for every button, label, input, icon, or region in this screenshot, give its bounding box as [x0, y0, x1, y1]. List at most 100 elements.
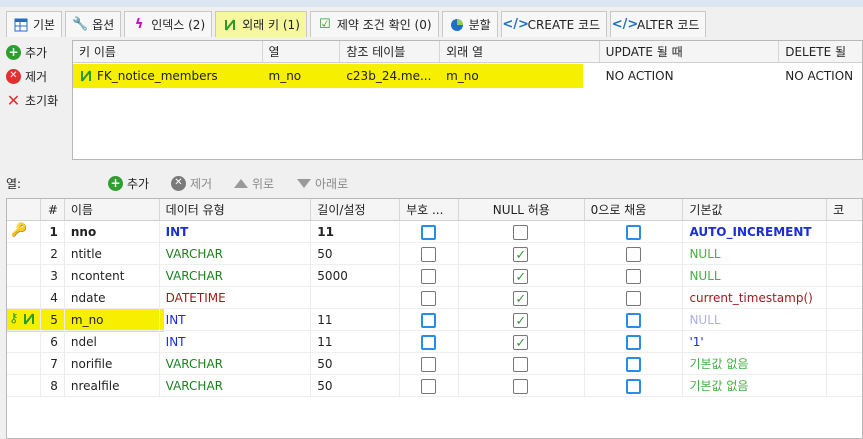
table-row[interactable]: ⚷ 5m_noINT11 NULL — [7, 309, 862, 331]
header-unsigned[interactable]: 부호 ... — [400, 199, 459, 220]
column-name[interactable]: ndel — [65, 331, 160, 352]
tab-check-constraints[interactable]: ☑ 제약 조건 확인 (0) — [309, 11, 439, 37]
tab-create-code[interactable]: </> CREATE 코드 — [500, 11, 608, 37]
checkbox[interactable] — [421, 291, 437, 306]
comment-cell[interactable] — [827, 243, 862, 264]
remove-column-button[interactable]: ✕ 제거 — [171, 175, 212, 192]
fk-row[interactable]: FK_notice_members m_no c23b_24.me... m_n… — [73, 65, 862, 87]
tab-basic[interactable]: 기본 — [6, 11, 63, 37]
checkbox[interactable] — [421, 225, 437, 240]
fk-foreign-column[interactable]: m_no — [440, 65, 600, 87]
data-type[interactable]: VARCHAR — [160, 265, 312, 286]
checkbox[interactable] — [513, 333, 529, 352]
data-type[interactable]: INT — [160, 221, 312, 242]
checkbox[interactable] — [625, 225, 641, 240]
checkbox[interactable] — [421, 379, 437, 394]
data-type[interactable]: VARCHAR — [160, 375, 312, 396]
length-setting[interactable]: 11 — [311, 331, 401, 352]
comment-cell[interactable] — [827, 331, 862, 352]
checkbox[interactable] — [513, 357, 529, 372]
fk-header-column[interactable]: 열 — [263, 41, 341, 62]
checkbox[interactable] — [513, 267, 529, 286]
header-zerofill[interactable]: 0으로 채움 — [585, 199, 684, 220]
checkbox[interactable] — [625, 357, 641, 372]
add-column-button[interactable]: + 추가 — [108, 175, 149, 192]
fk-ref-table[interactable]: c23b_24.me... — [340, 65, 440, 87]
data-type[interactable]: DATETIME — [160, 287, 312, 308]
fk-on-update[interactable]: NO ACTION — [600, 65, 780, 87]
default-value[interactable]: AUTO_INCREMENT — [683, 221, 828, 242]
column-name[interactable]: ntitle — [65, 243, 160, 264]
tab-indexes[interactable]: ϟ 인덱스 (2) — [124, 11, 213, 37]
comment-cell[interactable] — [827, 375, 862, 396]
table-row[interactable]: 7 norifile VARCHAR 50 기본값 없음 — [7, 353, 862, 375]
checkbox[interactable] — [513, 245, 529, 264]
fk-header-ref-table[interactable]: 참조 테이블 — [340, 41, 441, 62]
data-type[interactable]: INT — [160, 309, 312, 330]
comment-cell[interactable] — [827, 309, 862, 330]
length-setting[interactable]: 50 — [311, 353, 401, 374]
tab-alter-code[interactable]: </> ALTER 코드 — [610, 11, 707, 37]
move-up-button[interactable]: 위로 — [234, 175, 274, 192]
fk-header-on-update[interactable]: UPDATE 될 때 — [600, 41, 780, 62]
table-row[interactable]: 6ndelINT11 '1' — [7, 331, 862, 353]
fk-on-delete[interactable]: NO ACTION — [779, 65, 862, 87]
length-setting[interactable]: 50 — [311, 243, 401, 264]
column-name[interactable]: norifile — [65, 353, 160, 374]
length-setting[interactable]: 11 — [311, 221, 401, 242]
checkbox[interactable] — [513, 225, 529, 240]
column-name[interactable]: ncontent — [65, 265, 160, 286]
remove-foreign-key-button[interactable]: ✕ 제거 — [6, 64, 70, 88]
header-allow-null[interactable]: NULL 허용 — [459, 199, 585, 220]
default-value[interactable]: NULL — [683, 265, 828, 286]
add-foreign-key-button[interactable]: + 추가 — [6, 40, 70, 64]
header-default[interactable]: 기본값 — [683, 199, 828, 220]
default-value[interactable]: current_timestamp() — [683, 287, 828, 308]
reset-foreign-keys-button[interactable]: ✕ 초기화 — [6, 88, 70, 112]
checkbox[interactable] — [421, 313, 437, 328]
data-type[interactable]: INT — [160, 331, 312, 352]
header-type[interactable]: 데이터 유형 — [160, 199, 312, 220]
header-num[interactable]: # — [41, 199, 65, 220]
comment-cell[interactable] — [827, 287, 862, 308]
checkbox[interactable] — [421, 247, 437, 262]
checkbox[interactable] — [421, 357, 437, 372]
tab-foreign-keys[interactable]: 외래 키 (1) — [215, 11, 307, 37]
checkbox[interactable] — [625, 291, 641, 306]
length-setting[interactable]: 5000 — [311, 265, 401, 286]
tab-partitions[interactable]: 분할 — [441, 11, 498, 37]
checkbox[interactable] — [625, 379, 641, 394]
checkbox[interactable] — [513, 289, 529, 308]
checkbox[interactable] — [421, 269, 437, 284]
column-name[interactable]: m_no — [65, 309, 160, 330]
default-value[interactable]: 기본값 없음 — [683, 353, 828, 374]
table-row[interactable]: 4ndateDATETIME current_timestamp() — [7, 287, 862, 309]
fk-column[interactable]: m_no — [263, 65, 341, 87]
header-name[interactable]: 이름 — [65, 199, 160, 220]
table-row[interactable]: 🔑 1 nno INT 11 AUTO_INCREMENT — [7, 221, 862, 243]
length-setting[interactable] — [311, 287, 401, 308]
data-type[interactable]: VARCHAR — [160, 353, 312, 374]
checkbox[interactable] — [513, 379, 529, 394]
move-down-button[interactable]: 아래로 — [297, 175, 348, 192]
checkbox[interactable] — [625, 313, 641, 328]
checkbox[interactable] — [625, 269, 641, 284]
tab-options[interactable]: 🔧 옵션 — [65, 11, 122, 37]
default-value[interactable]: NULL — [683, 243, 828, 264]
default-value[interactable]: '1' — [683, 331, 828, 352]
header-comment[interactable]: 코 — [827, 199, 862, 220]
column-name[interactable]: nno — [65, 221, 160, 242]
length-setting[interactable]: 50 — [311, 375, 401, 396]
column-name[interactable]: nrealfile — [65, 375, 160, 396]
checkbox[interactable] — [625, 335, 641, 350]
table-row[interactable]: 2ntitleVARCHAR50 NULL — [7, 243, 862, 265]
fk-header-on-delete[interactable]: DELETE 될 — [779, 41, 862, 62]
table-row[interactable]: 8 nrealfile VARCHAR 50 기본값 없음 — [7, 375, 862, 397]
comment-cell[interactable] — [827, 221, 862, 242]
fk-header-foreign-column[interactable]: 외래 열 — [440, 41, 600, 62]
comment-cell[interactable] — [827, 353, 862, 374]
fk-header-key-name[interactable]: 키 이름 — [73, 41, 263, 62]
column-name[interactable]: ndate — [65, 287, 160, 308]
data-type[interactable]: VARCHAR — [160, 243, 312, 264]
length-setting[interactable]: 11 — [311, 309, 401, 330]
